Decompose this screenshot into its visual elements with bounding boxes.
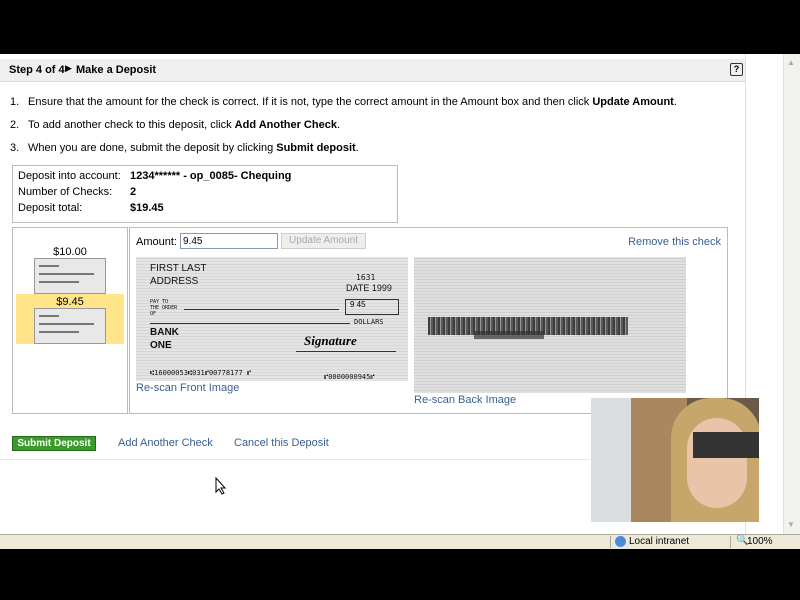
- check-address: ADDRESS: [150, 276, 199, 287]
- remove-check-link[interactable]: Remove this check: [628, 236, 721, 248]
- micr-amount: ⑈0000000945⑈: [324, 373, 375, 381]
- redaction-box: [693, 432, 759, 458]
- check-count-value: 2: [130, 186, 137, 198]
- zoom-level[interactable]: 100%: [747, 536, 773, 547]
- bank-name-2: ONE: [150, 340, 172, 351]
- total-value: $19.45: [130, 202, 164, 214]
- rescan-back-link[interactable]: Re-scan Back Image: [414, 394, 516, 406]
- add-another-check-link[interactable]: Add Another Check: [118, 437, 213, 449]
- amount-input[interactable]: [180, 233, 278, 249]
- check-1-thumbnail[interactable]: [34, 258, 106, 294]
- pay-to-label: PAY TO THE ORDER OF: [150, 299, 178, 317]
- micr-line: ⑆16000053⑆031⑈00778177 ⑈: [150, 369, 252, 377]
- page-title: Make a Deposit: [76, 64, 157, 76]
- check-name: FIRST LAST: [150, 263, 207, 274]
- help-icon[interactable]: ?: [730, 63, 743, 76]
- scroll-down-icon[interactable]: ▼: [787, 520, 795, 529]
- arrow-right-icon: ▶: [65, 63, 72, 73]
- check-2-amount: $9.45: [56, 296, 84, 308]
- bank-name-1: BANK: [150, 327, 179, 338]
- account-label: Deposit into account:: [18, 170, 121, 182]
- endorsement-stamp-2: [474, 331, 544, 339]
- dollars-label: DOLLARS: [354, 318, 384, 326]
- vertical-scrollbar[interactable]: ▲ ▼: [783, 54, 800, 534]
- check-amount-box: 9 45: [345, 299, 399, 315]
- check-2-thumbnail[interactable]: [34, 308, 106, 344]
- amount-label: Amount:: [136, 236, 177, 248]
- check-back-image: [414, 257, 686, 393]
- deposit-summary: Deposit into account: 1234****** - op_00…: [12, 165, 398, 223]
- step-indicator: Step 4 of 4: [9, 64, 65, 76]
- check-count-label: Number of Checks:: [18, 186, 113, 198]
- rescan-front-link[interactable]: Re-scan Front Image: [136, 382, 239, 394]
- check-detail: Amount: Update Amount Remove this check …: [129, 227, 728, 414]
- check-date: DATE 1999: [346, 283, 392, 293]
- instruction-2: 2. To add another check to this deposit, …: [10, 119, 340, 131]
- globe-icon: [615, 536, 626, 547]
- browser-status-bar: Local intranet 🔍 100%: [0, 534, 800, 549]
- scroll-up-icon[interactable]: ▲: [787, 58, 795, 67]
- account-value: 1234****** - op_0085- Chequing: [130, 170, 292, 182]
- instruction-1: 1. Ensure that the amount for the check i…: [10, 96, 677, 108]
- mouse-cursor-icon: [215, 477, 227, 495]
- security-zone: Local intranet: [629, 536, 690, 547]
- check-number: 1631: [356, 273, 376, 282]
- update-amount-button[interactable]: Update Amount: [281, 233, 366, 249]
- submit-deposit-button[interactable]: Submit Deposit: [12, 436, 96, 451]
- check-list: $10.00 $9.45: [12, 227, 128, 414]
- webcam-overlay: [591, 398, 759, 522]
- total-label: Deposit total:: [18, 202, 83, 214]
- check-1-amount: $10.00: [53, 246, 87, 258]
- instruction-3: 3. When you are done, submit the deposit …: [10, 142, 359, 154]
- signature: Signature: [304, 333, 357, 348]
- cancel-deposit-link[interactable]: Cancel this Deposit: [234, 437, 329, 449]
- step-header: Step 4 of 4 ▶ Make a Deposit ?: [0, 59, 745, 82]
- check-front-image: FIRST LAST ADDRESS 1631 DATE 1999 PAY TO…: [136, 257, 408, 381]
